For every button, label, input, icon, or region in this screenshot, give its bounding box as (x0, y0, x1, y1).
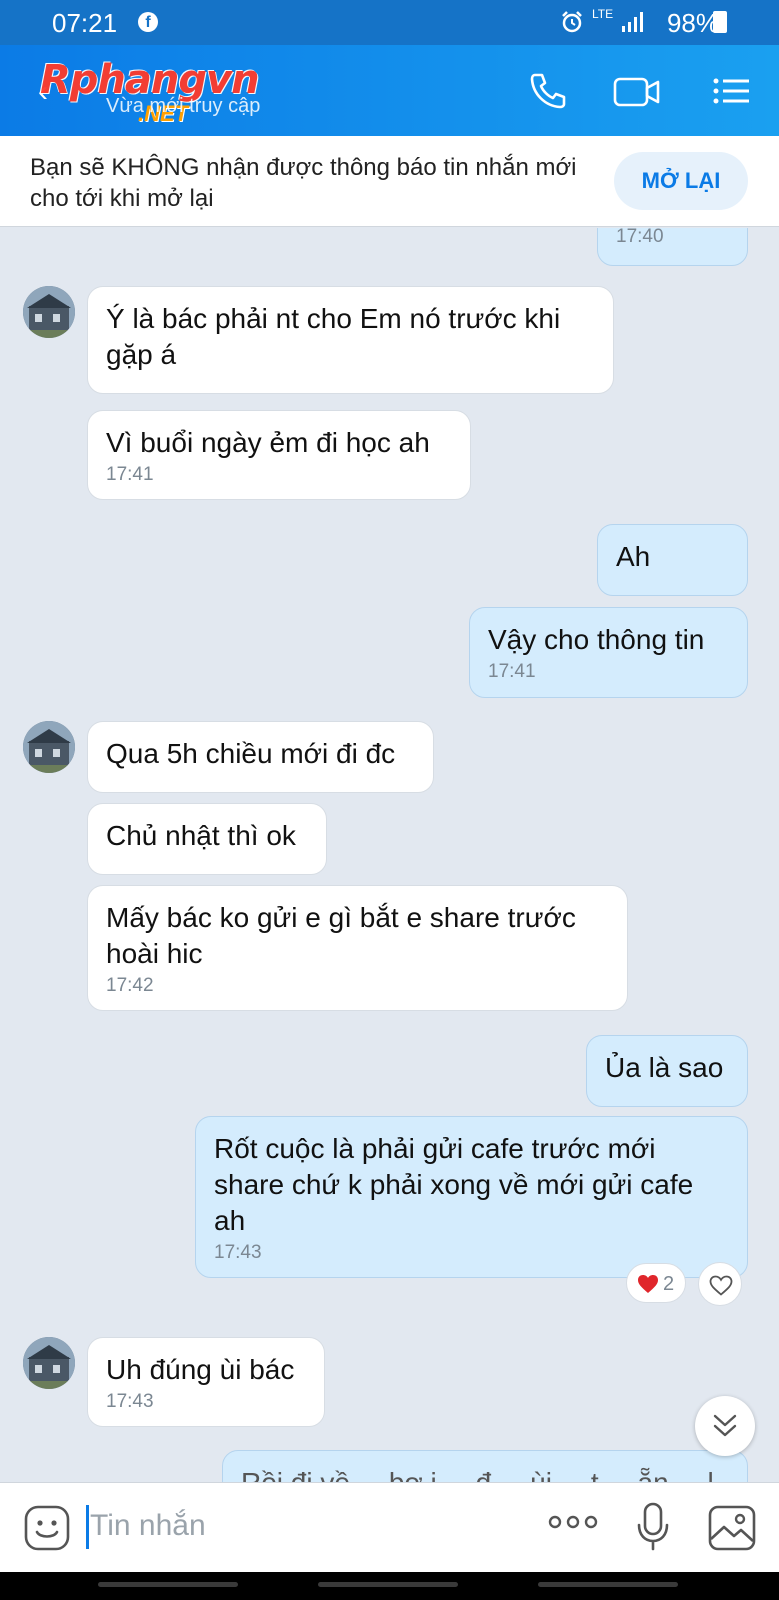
double-chevron-down-icon (713, 1414, 737, 1437)
contact-avatar[interactable] (23, 286, 75, 338)
nav-back[interactable] (538, 1582, 678, 1587)
message-bubble[interactable]: Rồi đi về ... bơ i ... đ ... ùi ... t ..… (222, 1450, 748, 1482)
contact-avatar[interactable] (23, 1337, 75, 1389)
message-text: Mấy bác ko gửi e gì bắt e share trước ho… (106, 902, 576, 969)
gallery-image-icon[interactable] (708, 1505, 756, 1551)
nav-home[interactable] (318, 1582, 458, 1587)
message-input[interactable] (90, 1501, 510, 1551)
message-bubble[interactable]: Vì buổi ngày ẻm đi học ah 17:41 (87, 410, 471, 500)
message-text: Vì buổi ngày ẻm đi học ah (106, 427, 430, 458)
reaction-count: 2 (663, 1273, 675, 1295)
video-call-icon[interactable] (612, 69, 662, 113)
message-time: 17:43 (106, 1391, 154, 1412)
contact-status: Vừa mới truy cập (106, 95, 261, 117)
message-bubble[interactable]: Qua 5h chiều mới đi đc (87, 721, 434, 793)
message-text: Ý là bác phải nt cho Em nó trước khi gặp… (106, 303, 561, 370)
signal-icon (622, 12, 643, 32)
message-text: Qua 5h chiều mới đi đc (106, 738, 396, 769)
message-bubble[interactable]: Rốt cuộc là phải gửi cafe trước mới shar… (195, 1116, 748, 1278)
battery-icon (713, 11, 727, 33)
message-bubble[interactable]: Mấy bác ko gửi e gì bắt e share trước ho… (87, 885, 628, 1011)
message-bubble[interactable]: Ủa là sao (586, 1035, 748, 1107)
message-bubble[interactable]: Ý là bác phải nt cho Em nó trước khi gặp… (87, 286, 614, 394)
message-bubble[interactable]: 17:40 (597, 228, 748, 266)
phone-call-icon[interactable] (526, 69, 570, 113)
message-time: 17:41 (488, 661, 536, 682)
message-bubble[interactable]: Uh đúng ùi bác 17:43 (87, 1337, 325, 1427)
message-time: 17:40 (616, 228, 664, 247)
heart-reaction-icon (638, 1275, 658, 1293)
text-cursor (86, 1505, 89, 1549)
lte-icon: LTE (592, 7, 614, 21)
message-text: Vậy cho thông tin (488, 624, 705, 655)
menu-list-icon[interactable] (710, 69, 754, 113)
muted-notice-text: Bạn sẽ KHÔNG nhận được thông báo tin nhắ… (30, 154, 577, 212)
message-text: Ah (616, 541, 651, 572)
react-button[interactable] (698, 1262, 742, 1306)
status-time: 07:21 (52, 8, 118, 38)
alarm-icon (562, 11, 582, 33)
sticker-icon[interactable] (24, 1505, 70, 1551)
message-time: 17:42 (106, 975, 154, 996)
muted-notice: Bạn sẽ KHÔNG nhận được thông báo tin nhắ… (0, 136, 779, 227)
message-time: 17:41 (106, 464, 154, 485)
system-navigation-bar (0, 1572, 779, 1600)
message-bubble[interactable]: Ah (597, 524, 748, 596)
nav-recent-apps[interactable] (98, 1582, 238, 1587)
message-list[interactable]: 17:40 Ý là bác phải nt cho Em nó trước k… (0, 228, 779, 1482)
status-bar: 07:21 f LTE 98% (0, 0, 779, 45)
message-bubble[interactable]: Vậy cho thông tin 17:41 (469, 607, 748, 698)
message-text: Ủa là sao (605, 1052, 724, 1083)
message-time: 17:43 (214, 1242, 262, 1263)
battery-percent: 98% (666, 8, 719, 38)
more-options-icon[interactable] (548, 1515, 598, 1529)
facebook-notification-icon: f (138, 12, 158, 32)
message-text: Chủ nhật thì ok (106, 820, 296, 851)
message-text: Uh đúng ùi bác (106, 1354, 295, 1385)
scroll-to-bottom-button[interactable] (695, 1396, 755, 1456)
message-text: Rốt cuộc là phải gửi cafe trước mới shar… (214, 1133, 694, 1236)
message-bubble[interactable]: Chủ nhật thì ok (87, 803, 327, 875)
heart-outline-icon (709, 1275, 733, 1296)
contact-avatar[interactable] (23, 721, 75, 773)
microphone-icon[interactable] (636, 1501, 670, 1553)
message-text: Rồi đi về ... bơ i ... đ ... ùi ... t ..… (241, 1467, 714, 1482)
reaction-summary[interactable]: 2 (626, 1263, 686, 1303)
composer-bar (0, 1482, 779, 1572)
reopen-notifications-button[interactable]: MỞ LẠI (614, 152, 748, 210)
chat-header: ‹ Rphangvn .NET Vừa mới truy cập (0, 45, 779, 136)
